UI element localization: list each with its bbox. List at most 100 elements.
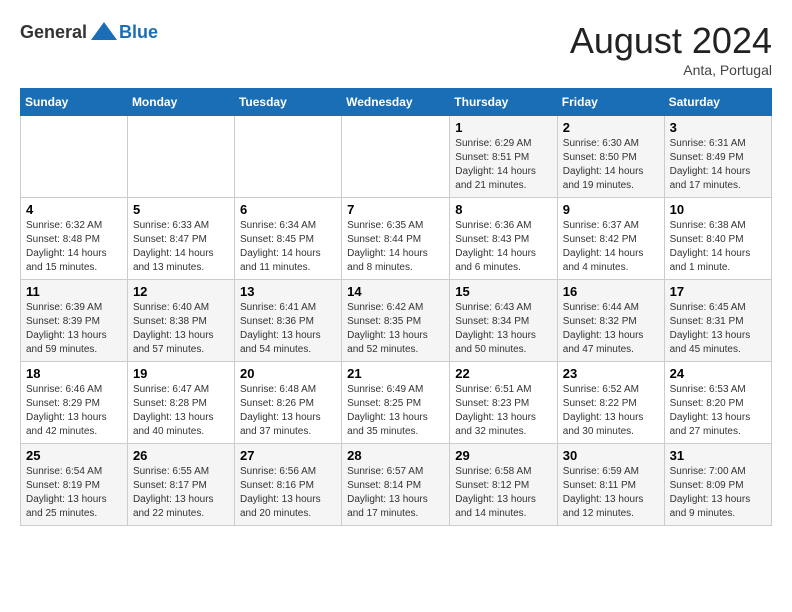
- day-info: Sunrise: 6:45 AM Sunset: 8:31 PM Dayligh…: [670, 301, 766, 357]
- day-info: Sunrise: 6:39 AM Sunset: 8:39 PM Dayligh…: [26, 301, 122, 357]
- header-day-friday: Friday: [557, 89, 664, 116]
- day-info: Sunrise: 6:36 AM Sunset: 8:43 PM Dayligh…: [455, 219, 552, 275]
- day-number: 25: [26, 448, 122, 463]
- day-number: 4: [26, 202, 122, 217]
- day-number: 27: [240, 448, 336, 463]
- day-info: Sunrise: 6:43 AM Sunset: 8:34 PM Dayligh…: [455, 301, 552, 357]
- header-day-saturday: Saturday: [664, 89, 771, 116]
- day-number: 2: [563, 120, 659, 135]
- day-info: Sunrise: 6:38 AM Sunset: 8:40 PM Dayligh…: [670, 219, 766, 275]
- calendar-cell: [342, 116, 450, 198]
- day-info: Sunrise: 6:32 AM Sunset: 8:48 PM Dayligh…: [26, 219, 122, 275]
- day-number: 29: [455, 448, 552, 463]
- calendar-cell: 8 Sunrise: 6:36 AM Sunset: 8:43 PM Daylig…: [450, 198, 558, 280]
- day-number: 19: [133, 366, 229, 381]
- day-info: Sunrise: 6:58 AM Sunset: 8:12 PM Dayligh…: [455, 465, 552, 521]
- logo-text-general: General: [20, 22, 87, 43]
- calendar-cell: 11Sunrise: 6:39 AM Sunset: 8:39 PM Dayli…: [21, 280, 128, 362]
- day-info: Sunrise: 6:33 AM Sunset: 8:47 PM Dayligh…: [133, 219, 229, 275]
- calendar-cell: 26 Sunrise: 6:55 AM Sunset: 8:17 PM Dayli…: [127, 444, 234, 526]
- calendar-cell: 21 Sunrise: 6:49 AM Sunset: 8:25 PM Dayli…: [342, 362, 450, 444]
- day-info: Sunrise: 6:29 AM Sunset: 8:51 PM Dayligh…: [455, 137, 552, 193]
- calendar-cell: 30 Sunrise: 6:59 AM Sunset: 8:11 PM Dayli…: [557, 444, 664, 526]
- calendar-cell: 19 Sunrise: 6:47 AM Sunset: 8:28 PM Dayli…: [127, 362, 234, 444]
- logo-icon: [89, 20, 119, 45]
- day-number: 18: [26, 366, 122, 381]
- title-area: August 2024 Anta, Portugal: [570, 20, 772, 78]
- day-number: 1: [455, 120, 552, 135]
- week-row-2: 4 Sunrise: 6:32 AM Sunset: 8:48 PM Daylig…: [21, 198, 772, 280]
- header-day-tuesday: Tuesday: [234, 89, 341, 116]
- page-header: General Blue August 2024 Anta, Portugal: [20, 20, 772, 78]
- day-number: 3: [670, 120, 766, 135]
- calendar-cell: 31 Sunrise: 7:00 AM Sunset: 8:09 PM Dayli…: [664, 444, 771, 526]
- calendar-cell: 12 Sunrise: 6:40 AM Sunset: 8:38 PM Dayli…: [127, 280, 234, 362]
- calendar-cell: 22 Sunrise: 6:51 AM Sunset: 8:23 PM Dayli…: [450, 362, 558, 444]
- day-number: 17: [670, 284, 766, 299]
- day-info: Sunrise: 6:42 AM Sunset: 8:35 PM Dayligh…: [347, 301, 444, 357]
- calendar-cell: 5 Sunrise: 6:33 AM Sunset: 8:47 PM Daylig…: [127, 198, 234, 280]
- calendar-cell: 10 Sunrise: 6:38 AM Sunset: 8:40 PM Dayli…: [664, 198, 771, 280]
- day-info: Sunrise: 6:57 AM Sunset: 8:14 PM Dayligh…: [347, 465, 444, 521]
- month-year: August 2024: [570, 20, 772, 62]
- calendar-cell: 24Sunrise: 6:53 AM Sunset: 8:20 PM Dayli…: [664, 362, 771, 444]
- day-number: 9: [563, 202, 659, 217]
- day-number: 5: [133, 202, 229, 217]
- calendar-cell: [127, 116, 234, 198]
- calendar-cell: 2 Sunrise: 6:30 AM Sunset: 8:50 PM Daylig…: [557, 116, 664, 198]
- header-day-wednesday: Wednesday: [342, 89, 450, 116]
- day-number: 23: [563, 366, 659, 381]
- day-info: Sunrise: 6:52 AM Sunset: 8:22 PM Dayligh…: [563, 383, 659, 439]
- day-info: Sunrise: 6:40 AM Sunset: 8:38 PM Dayligh…: [133, 301, 229, 357]
- week-row-1: 1 Sunrise: 6:29 AM Sunset: 8:51 PM Daylig…: [21, 116, 772, 198]
- day-number: 24: [670, 366, 766, 381]
- location: Anta, Portugal: [570, 62, 772, 78]
- day-number: 20: [240, 366, 336, 381]
- day-info: Sunrise: 6:30 AM Sunset: 8:50 PM Dayligh…: [563, 137, 659, 193]
- day-number: 10: [670, 202, 766, 217]
- day-info: Sunrise: 6:47 AM Sunset: 8:28 PM Dayligh…: [133, 383, 229, 439]
- day-info: Sunrise: 6:34 AM Sunset: 8:45 PM Dayligh…: [240, 219, 336, 275]
- day-info: Sunrise: 6:59 AM Sunset: 8:11 PM Dayligh…: [563, 465, 659, 521]
- calendar-cell: 16 Sunrise: 6:44 AM Sunset: 8:32 PM Dayli…: [557, 280, 664, 362]
- calendar-cell: 14Sunrise: 6:42 AM Sunset: 8:35 PM Dayli…: [342, 280, 450, 362]
- day-info: Sunrise: 6:49 AM Sunset: 8:25 PM Dayligh…: [347, 383, 444, 439]
- calendar-cell: 3 Sunrise: 6:31 AM Sunset: 8:49 PM Daylig…: [664, 116, 771, 198]
- day-number: 30: [563, 448, 659, 463]
- day-info: Sunrise: 6:37 AM Sunset: 8:42 PM Dayligh…: [563, 219, 659, 275]
- week-row-3: 11Sunrise: 6:39 AM Sunset: 8:39 PM Dayli…: [21, 280, 772, 362]
- week-row-4: 18 Sunrise: 6:46 AM Sunset: 8:29 PM Dayli…: [21, 362, 772, 444]
- day-number: 16: [563, 284, 659, 299]
- day-number: 21: [347, 366, 444, 381]
- day-number: 22: [455, 366, 552, 381]
- week-row-5: 25Sunrise: 6:54 AM Sunset: 8:19 PM Dayli…: [21, 444, 772, 526]
- day-info: Sunrise: 6:55 AM Sunset: 8:17 PM Dayligh…: [133, 465, 229, 521]
- day-number: 31: [670, 448, 766, 463]
- day-number: 8: [455, 202, 552, 217]
- day-info: Sunrise: 6:51 AM Sunset: 8:23 PM Dayligh…: [455, 383, 552, 439]
- calendar-cell: 15Sunrise: 6:43 AM Sunset: 8:34 PM Dayli…: [450, 280, 558, 362]
- day-info: Sunrise: 6:35 AM Sunset: 8:44 PM Dayligh…: [347, 219, 444, 275]
- header-row: SundayMondayTuesdayWednesdayThursdayFrid…: [21, 89, 772, 116]
- calendar-cell: 23 Sunrise: 6:52 AM Sunset: 8:22 PM Dayli…: [557, 362, 664, 444]
- day-number: 12: [133, 284, 229, 299]
- calendar-cell: 4 Sunrise: 6:32 AM Sunset: 8:48 PM Daylig…: [21, 198, 128, 280]
- day-number: 26: [133, 448, 229, 463]
- day-number: 28: [347, 448, 444, 463]
- day-number: 13: [240, 284, 336, 299]
- day-info: Sunrise: 6:41 AM Sunset: 8:36 PM Dayligh…: [240, 301, 336, 357]
- day-info: Sunrise: 6:44 AM Sunset: 8:32 PM Dayligh…: [563, 301, 659, 357]
- day-info: Sunrise: 7:00 AM Sunset: 8:09 PM Dayligh…: [670, 465, 766, 521]
- calendar-cell: 18 Sunrise: 6:46 AM Sunset: 8:29 PM Dayli…: [21, 362, 128, 444]
- day-info: Sunrise: 6:56 AM Sunset: 8:16 PM Dayligh…: [240, 465, 336, 521]
- calendar-cell: 9 Sunrise: 6:37 AM Sunset: 8:42 PM Daylig…: [557, 198, 664, 280]
- calendar-cell: 7Sunrise: 6:35 AM Sunset: 8:44 PM Daylig…: [342, 198, 450, 280]
- calendar-cell: 25Sunrise: 6:54 AM Sunset: 8:19 PM Dayli…: [21, 444, 128, 526]
- calendar-table: SundayMondayTuesdayWednesdayThursdayFrid…: [20, 88, 772, 526]
- calendar-cell: 1 Sunrise: 6:29 AM Sunset: 8:51 PM Daylig…: [450, 116, 558, 198]
- day-info: Sunrise: 6:46 AM Sunset: 8:29 PM Dayligh…: [26, 383, 122, 439]
- logo-text-blue: Blue: [119, 22, 158, 43]
- day-info: Sunrise: 6:31 AM Sunset: 8:49 PM Dayligh…: [670, 137, 766, 193]
- header-day-monday: Monday: [127, 89, 234, 116]
- calendar-cell: 20Sunrise: 6:48 AM Sunset: 8:26 PM Dayli…: [234, 362, 341, 444]
